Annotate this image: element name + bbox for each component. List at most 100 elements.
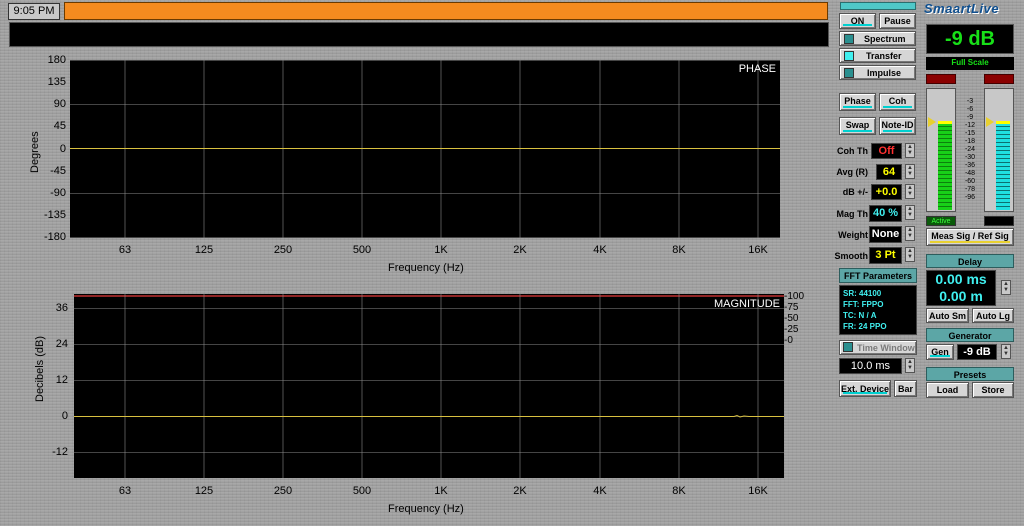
auto-sm-button[interactable]: Auto Sm: [926, 308, 969, 323]
magnitude-y-tick: 12: [55, 374, 68, 386]
coh-indicator: [883, 106, 912, 108]
magnitude-x-tick: 8K: [672, 485, 686, 497]
magnitude-y-title: Decibels (dB): [34, 335, 46, 402]
active-indicator: Active: [926, 216, 956, 226]
message-bar: [9, 22, 829, 47]
phase-x-tick: 2K: [513, 244, 527, 256]
coh-th-spinner[interactable]: ▲ ▼: [905, 143, 915, 158]
magnitude-right-tick: -50: [784, 313, 799, 324]
magnitude-right-tick: -100: [784, 291, 805, 302]
phase-y-tick: 135: [47, 76, 66, 88]
delay-header[interactable]: Delay: [926, 254, 1014, 268]
mag-th-value[interactable]: 40 %: [869, 205, 902, 222]
generator-spinner[interactable]: ▲ ▼: [1001, 344, 1011, 359]
phase-plot-area[interactable]: PHASE: [70, 60, 780, 238]
mag-th-spinner[interactable]: ▲ ▼: [905, 205, 915, 220]
time-window-value[interactable]: 10.0 ms: [839, 358, 902, 374]
impulse-button[interactable]: Impulse: [839, 65, 916, 80]
phase-y-tick: -180: [43, 231, 66, 243]
note-id-button[interactable]: Note-ID: [879, 117, 916, 135]
meter-scale-tick: -9: [966, 114, 974, 121]
meter-scale-tick: -3: [966, 98, 974, 105]
gen-button[interactable]: Gen: [926, 344, 954, 360]
full-scale-label: Full Scale: [926, 57, 1014, 70]
smaartlive-logo: SmaartLive: [924, 1, 1000, 16]
fft-parameters-header[interactable]: FFT Parameters: [839, 268, 917, 283]
ext-device-button[interactable]: Ext. Device: [839, 380, 891, 397]
phase-y-tick: 90: [53, 98, 66, 110]
presets-header[interactable]: Presets: [926, 367, 1014, 381]
pause-button-label: Pause: [884, 16, 911, 26]
avg-spinner[interactable]: ▲ ▼: [905, 164, 915, 179]
swap-indicator: [843, 130, 872, 132]
magnitude-x-tick: 1K: [434, 485, 448, 497]
phase-x-tick: 8K: [672, 244, 686, 256]
fft-line: SR: 44100: [843, 289, 882, 298]
phase-button-label: Phase: [844, 96, 871, 106]
db-spinner[interactable]: ▲ ▼: [905, 184, 915, 199]
transfer-indicator: [844, 51, 854, 61]
db-label: dB +/-: [842, 187, 868, 197]
magnitude-plot-area[interactable]: MAGNITUDE: [74, 294, 784, 478]
coh-button[interactable]: Coh: [879, 93, 916, 111]
bar-button[interactable]: Bar: [894, 380, 917, 397]
spectrum-label: Spectrum: [864, 34, 906, 44]
generator-header[interactable]: Generator: [926, 328, 1014, 342]
spectrum-button[interactable]: Spectrum: [839, 31, 916, 46]
transfer-label: Transfer: [866, 51, 902, 61]
time-window-button[interactable]: Time Window: [839, 340, 917, 355]
weight-value[interactable]: None: [869, 226, 902, 243]
coh-th-label: Coh Th: [837, 146, 868, 156]
delay-spinner[interactable]: ▲ ▼: [1001, 280, 1011, 295]
magnitude-x-tick: 500: [352, 485, 372, 497]
smooth-value[interactable]: 3 Pt: [869, 247, 902, 264]
magnitude-x-tick: 4K: [593, 485, 607, 497]
auto-sm-label: Auto Sm: [929, 311, 966, 321]
meas-ref-sig-button[interactable]: Meas Sig / Ref Sig: [926, 228, 1014, 246]
magnitude-right-tick: -75: [784, 302, 799, 313]
gen-indicator: [930, 355, 950, 357]
auto-lg-button[interactable]: Auto Lg: [972, 308, 1014, 323]
phase-x-title: Frequency (Hz): [388, 262, 464, 274]
magnitude-x-tick: 16K: [748, 485, 768, 497]
meas-ref-sig-label: Meas Sig / Ref Sig: [931, 231, 1009, 241]
meter-scale-tick: -96: [964, 194, 976, 201]
generator-level[interactable]: -9 dB: [957, 344, 997, 360]
transfer-button[interactable]: Transfer: [839, 48, 916, 63]
db-value[interactable]: +0.0: [871, 184, 902, 200]
phase-y-tick: 45: [53, 120, 66, 132]
smooth-spinner[interactable]: ▲ ▼: [905, 247, 915, 262]
magnitude-trace: [74, 414, 784, 418]
swap-button[interactable]: Swap: [839, 117, 876, 135]
phase-x-tick: 63: [118, 244, 132, 256]
on-button[interactable]: ON: [839, 13, 876, 29]
magnitude-y-tick: 24: [55, 338, 68, 350]
coh-th-value[interactable]: Off: [871, 143, 902, 159]
delay-m-value: 0.00 m: [939, 288, 983, 304]
store-button[interactable]: Store: [972, 382, 1014, 398]
phase-indicator: [843, 106, 872, 108]
magnitude-x-tick: 250: [273, 485, 293, 497]
meter-scale: -3 -6 -9 -12 -15 -18 -24 -30 -36 -48 -60…: [958, 98, 982, 202]
right-level-meter: [984, 88, 1014, 212]
left-meter-peak: [938, 121, 952, 124]
impulse-label: Impulse: [867, 68, 902, 78]
left-meter-pointer-icon: [928, 117, 936, 127]
smooth-label: Smooth: [834, 251, 869, 261]
delay-display[interactable]: 0.00 ms 0.00 m: [926, 270, 996, 306]
right-meter-pointer-icon: [986, 117, 994, 127]
phase-y-tick: -90: [50, 187, 66, 199]
right-meter-fill: [996, 122, 1010, 210]
phase-x-tick: 16K: [748, 244, 768, 256]
auto-lg-label: Auto Lg: [976, 311, 1010, 321]
avg-value[interactable]: 64: [876, 164, 902, 180]
magnitude-x-tick: 125: [194, 485, 214, 497]
weight-spinner[interactable]: ▲ ▼: [905, 226, 915, 241]
load-button[interactable]: Load: [926, 382, 969, 398]
pause-button[interactable]: Pause: [879, 13, 916, 29]
avg-label: Avg (R): [836, 167, 868, 177]
phase-x-tick: 4K: [593, 244, 607, 256]
time-window-spinner[interactable]: ▲ ▼: [905, 358, 915, 373]
impulse-indicator: [844, 68, 854, 78]
phase-button[interactable]: Phase: [839, 93, 876, 111]
